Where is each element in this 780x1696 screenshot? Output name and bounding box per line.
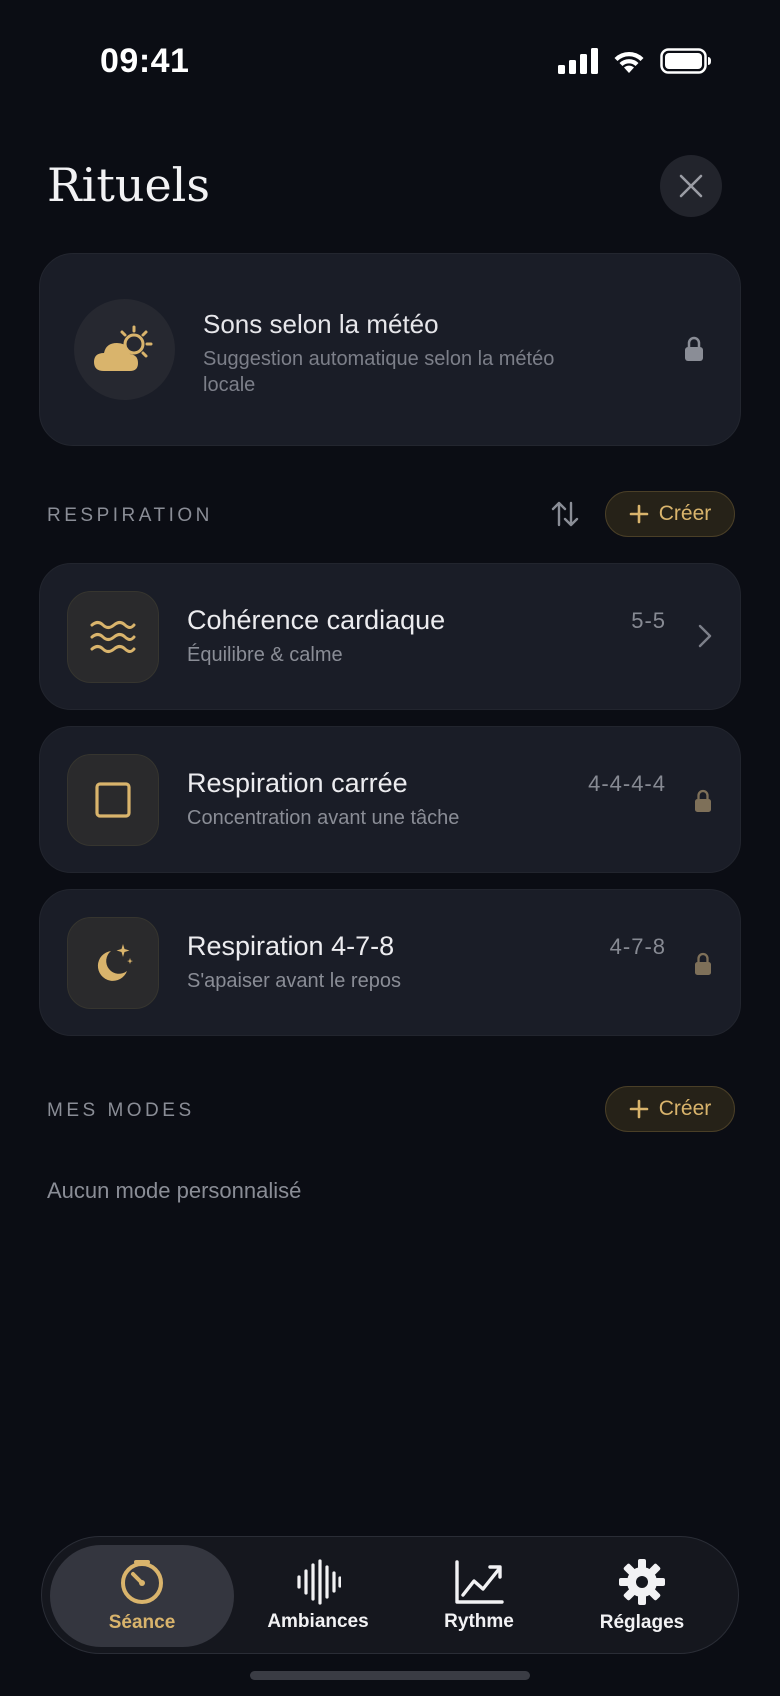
tab-label: Ambiances (267, 1611, 369, 1632)
plus-icon (629, 504, 649, 524)
mode-name: Respiration 4-7-8 (187, 931, 395, 961)
gear-icon (619, 1559, 665, 1605)
mode-icon-container (67, 754, 159, 846)
section-label-mes-modes: MES MODES (47, 1100, 195, 1121)
chart-icon (455, 1560, 504, 1604)
mode-icon-container (67, 591, 159, 683)
mode-name: Respiration carrée (187, 768, 408, 798)
section-label-respiration: RESPIRATION (47, 505, 213, 526)
weather-card-description: Suggestion automatique selon la météo lo… (203, 348, 555, 396)
empty-modes-text: Aucun mode personnalisé (47, 1178, 302, 1203)
mode-card-coherence-cardiaque[interactable]: Cohérence cardiaque Équilibre & calme 5-… (39, 563, 741, 710)
mode-subtitle: S'apaiser avant le repos (187, 970, 401, 992)
create-button-label: Créer (658, 1097, 712, 1120)
wifi-icon (614, 51, 644, 73)
weather-sounds-card[interactable]: Sons selon la météo Suggestion automatiq… (39, 253, 741, 446)
tab-seance[interactable]: Séance (50, 1545, 234, 1647)
mode-card-respiration-478[interactable]: Respiration 4-7-8 S'apaiser avant le rep… (39, 889, 741, 1036)
create-mode-button[interactable]: Créer (605, 1086, 735, 1132)
status-bar: 09:41 (0, 0, 780, 120)
mode-name: Cohérence cardiaque (187, 605, 446, 635)
plus-icon (629, 1099, 649, 1119)
tab-rythme[interactable]: Rythme (404, 1545, 554, 1647)
cellular-signal-icon (558, 48, 598, 74)
home-indicator (250, 1671, 530, 1680)
mode-subtitle: Équilibre & calme (187, 644, 343, 666)
create-respiration-button[interactable]: Créer (605, 491, 735, 537)
mode-pattern: 4-4-4-4 (588, 771, 666, 796)
cloud-sun-icon (93, 325, 152, 371)
moon-stars-icon (97, 944, 133, 981)
status-icons (558, 48, 712, 74)
mode-subtitle: Concentration avant une tâche (187, 807, 460, 829)
close-icon (679, 174, 703, 198)
waveform-icon (297, 1559, 341, 1605)
lock-icon (685, 336, 703, 361)
timer-icon (121, 1560, 163, 1604)
tab-label: Séance (108, 1612, 176, 1633)
close-button[interactable] (660, 155, 722, 217)
weather-icon-container (74, 299, 175, 400)
square-icon (95, 782, 131, 818)
tab-label: Réglages (599, 1612, 685, 1633)
chevron-right-icon (698, 624, 712, 648)
mode-card-respiration-carree[interactable]: Respiration carrée Concentration avant u… (39, 726, 741, 873)
sort-icon[interactable] (550, 500, 580, 528)
mode-icon-container (67, 917, 159, 1009)
waves-icon (90, 621, 136, 653)
status-time: 09:41 (100, 42, 190, 80)
page-title: Rituels (47, 158, 210, 212)
tab-label: Rythme (444, 1611, 514, 1632)
tab-bar: Séance Ambiances Rythme Réglages (41, 1536, 739, 1654)
tab-ambiances[interactable]: Ambiances (238, 1545, 398, 1647)
mode-pattern: 4-7-8 (609, 934, 666, 959)
tab-reglages[interactable]: Réglages (562, 1545, 722, 1647)
create-button-label: Créer (658, 502, 712, 525)
weather-card-title: Sons selon la météo (203, 309, 439, 339)
battery-icon (660, 48, 711, 74)
lock-icon (695, 789, 711, 812)
lock-icon (695, 952, 711, 975)
mode-pattern: 5-5 (631, 608, 666, 633)
